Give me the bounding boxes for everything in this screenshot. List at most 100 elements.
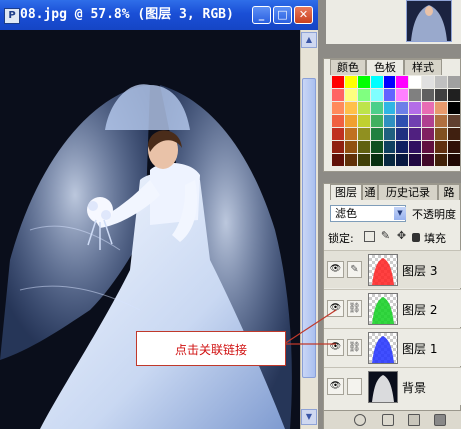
swatch-34[interactable] [383, 115, 396, 127]
layer-thumbnail[interactable] [368, 254, 398, 286]
swatch-59[interactable] [448, 141, 460, 153]
swatch-35[interactable] [396, 115, 409, 127]
swatch-8[interactable] [435, 76, 448, 88]
lock-transparency-icon[interactable] [364, 231, 375, 242]
swatch-6[interactable] [409, 76, 422, 88]
swatch-11[interactable] [344, 89, 357, 101]
swatch-19[interactable] [448, 89, 460, 101]
vertical-scrollbar[interactable]: ▲ ▼ [300, 30, 318, 429]
lock-move-icon[interactable]: ✥ [396, 230, 407, 242]
swatch-37[interactable] [422, 115, 435, 127]
minimize-button[interactable]: _ [252, 6, 271, 24]
close-button[interactable]: ✕ [294, 6, 313, 24]
swatch-55[interactable] [396, 141, 409, 153]
swatch-44[interactable] [383, 128, 396, 140]
tab-layers[interactable]: 图层 [330, 184, 362, 200]
swatch-2[interactable] [357, 76, 370, 88]
scroll-down-arrow-icon[interactable]: ▼ [301, 409, 317, 425]
eye-visibility-icon[interactable]: 👁 [327, 378, 344, 395]
swatch-60[interactable] [332, 154, 344, 166]
swatch-13[interactable] [370, 89, 383, 101]
tab-channels[interactable]: 通 [362, 184, 378, 200]
swatch-65[interactable] [396, 154, 409, 166]
tab-swatches[interactable]: 色板 [366, 59, 404, 75]
swatch-61[interactable] [344, 154, 357, 166]
swatch-62[interactable] [357, 154, 370, 166]
swatch-43[interactable] [370, 128, 383, 140]
swatch-0[interactable] [332, 76, 344, 88]
brush-icon[interactable]: ✎ [347, 261, 362, 278]
swatch-42[interactable] [357, 128, 370, 140]
swatch-38[interactable] [435, 115, 448, 127]
chain-link-icon[interactable]: ⛓ [347, 339, 362, 356]
swatch-26[interactable] [409, 102, 422, 114]
swatch-25[interactable] [396, 102, 409, 114]
swatch-68[interactable] [435, 154, 448, 166]
swatch-14[interactable] [383, 89, 396, 101]
swatch-27[interactable] [422, 102, 435, 114]
swatch-52[interactable] [357, 141, 370, 153]
layer-row[interactable]: 👁 ⛓ 图层 1 [324, 328, 461, 366]
eye-visibility-icon[interactable]: 👁 [327, 261, 344, 278]
tab-styles[interactable]: 样式 [404, 59, 442, 75]
image-canvas[interactable] [0, 30, 300, 429]
swatch-20[interactable] [332, 102, 344, 114]
layer-thumbnail[interactable] [368, 371, 398, 403]
swatch-63[interactable] [370, 154, 383, 166]
swatch-56[interactable] [409, 141, 422, 153]
swatch-28[interactable] [435, 102, 448, 114]
chain-link-icon[interactable]: ⛓ [347, 300, 362, 317]
swatch-47[interactable] [422, 128, 435, 140]
swatch-21[interactable] [344, 102, 357, 114]
swatch-33[interactable] [370, 115, 383, 127]
layer-row[interactable]: 👁 背景 [324, 367, 461, 405]
tab-paths[interactable]: 路 [438, 184, 460, 200]
swatch-48[interactable] [435, 128, 448, 140]
swatch-40[interactable] [332, 128, 344, 140]
swatch-9[interactable] [448, 76, 460, 88]
swatch-31[interactable] [344, 115, 357, 127]
layer-row[interactable]: 👁 ✎ 图层 3 [324, 250, 461, 288]
swatch-10[interactable] [332, 89, 344, 101]
swatch-36[interactable] [409, 115, 422, 127]
layer-thumbnail[interactable] [368, 293, 398, 325]
swatch-17[interactable] [422, 89, 435, 101]
swatch-64[interactable] [383, 154, 396, 166]
layer-row[interactable]: 👁 ⛓ 图层 2 [324, 289, 461, 327]
swatch-24[interactable] [383, 102, 396, 114]
swatch-66[interactable] [409, 154, 422, 166]
document-titlebar[interactable]: P 08.jpg @ 57.8% (图层 3, RGB) _ □ ✕ [0, 0, 318, 30]
swatch-32[interactable] [357, 115, 370, 127]
adjustment-layer-icon[interactable] [434, 414, 446, 426]
swatch-29[interactable] [448, 102, 460, 114]
swatch-1[interactable] [344, 76, 357, 88]
new-group-icon[interactable] [408, 414, 420, 426]
navigator-thumbnail[interactable] [406, 0, 452, 42]
scroll-up-arrow-icon[interactable]: ▲ [301, 32, 317, 48]
layer-style-icon[interactable] [354, 414, 366, 426]
lock-paint-brush-icon[interactable]: ✎ [380, 230, 391, 242]
tab-color[interactable]: 颜色 [330, 59, 366, 75]
swatch-53[interactable] [370, 141, 383, 153]
swatch-50[interactable] [332, 141, 344, 153]
swatch-7[interactable] [422, 76, 435, 88]
swatch-3[interactable] [370, 76, 383, 88]
tab-history[interactable]: 历史记录 [378, 184, 438, 200]
swatch-49[interactable] [448, 128, 460, 140]
swatch-45[interactable] [396, 128, 409, 140]
swatch-57[interactable] [422, 141, 435, 153]
swatch-23[interactable] [370, 102, 383, 114]
swatch-58[interactable] [435, 141, 448, 153]
lock-all-icon[interactable] [412, 233, 420, 242]
swatch-39[interactable] [448, 115, 460, 127]
maximize-button[interactable]: □ [273, 6, 292, 24]
swatch-12[interactable] [357, 89, 370, 101]
swatch-41[interactable] [344, 128, 357, 140]
swatch-30[interactable] [332, 115, 344, 127]
swatch-67[interactable] [422, 154, 435, 166]
swatch-15[interactable] [396, 89, 409, 101]
layer-thumbnail[interactable] [368, 332, 398, 364]
swatch-5[interactable] [396, 76, 409, 88]
swatch-22[interactable] [357, 102, 370, 114]
link-slot[interactable] [347, 378, 362, 395]
